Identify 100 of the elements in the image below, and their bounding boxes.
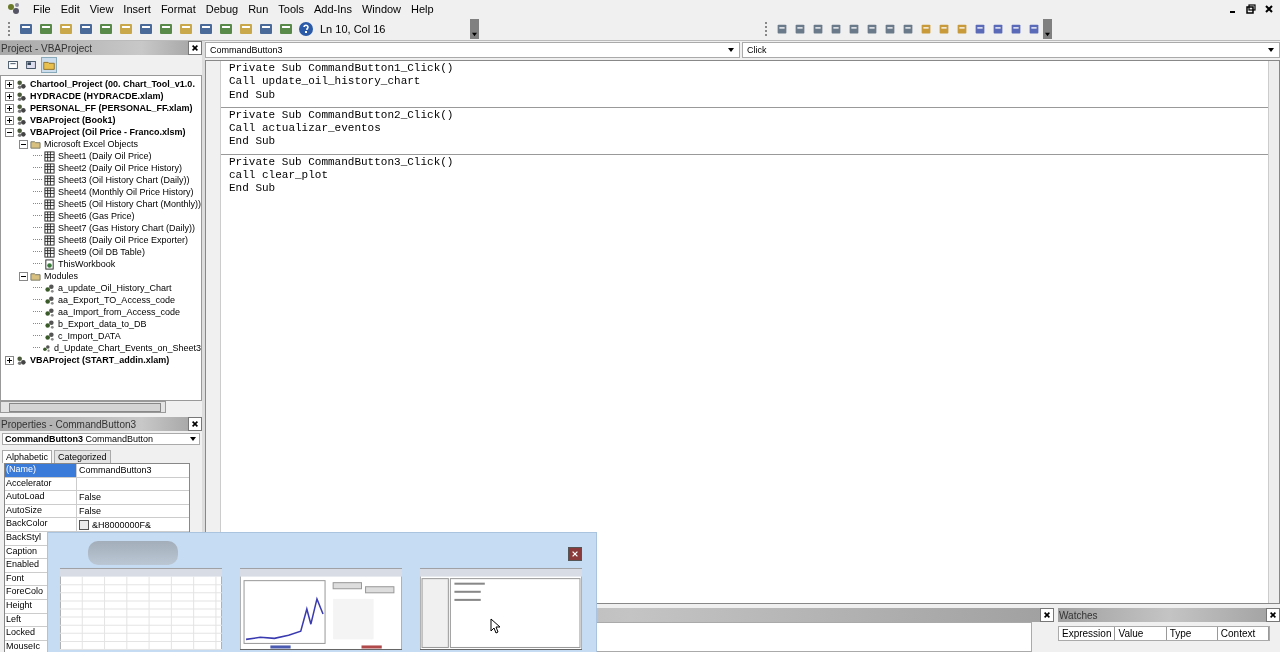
toolbar-icon[interactable] — [118, 21, 134, 37]
toolbar-icon[interactable] — [991, 22, 1005, 36]
tree-item[interactable]: VBAProject (Oil Price - Franco.xlsm) — [30, 126, 186, 138]
tree-item[interactable]: Sheet6 (Gas Price) — [58, 210, 135, 222]
toolbar-icon[interactable] — [58, 21, 74, 37]
procedure-dropdown[interactable]: Click — [742, 42, 1280, 58]
property-name[interactable]: AutoSize — [5, 504, 77, 518]
window-thumbnail[interactable] — [240, 567, 402, 651]
scrollbar[interactable] — [0, 401, 166, 413]
tree-item[interactable]: HYDRACDE (HYDRACDE.xlam) — [30, 90, 164, 102]
tree-item[interactable]: ThisWorkbook — [58, 258, 116, 270]
tree-item[interactable]: Sheet4 (Monthly Oil Price History) — [58, 186, 194, 198]
menu-item[interactable]: File — [28, 3, 56, 15]
menu-item[interactable]: Add-Ins — [309, 3, 357, 15]
tree-item[interactable]: Sheet9 (Oil DB Table) — [58, 246, 145, 258]
expander-icon[interactable] — [5, 79, 14, 89]
column-header[interactable]: Expression — [1059, 627, 1116, 640]
tree-item[interactable]: c_Import_DATA — [58, 330, 121, 342]
toolbar-icon[interactable] — [811, 22, 825, 36]
expander-icon[interactable] — [5, 355, 14, 365]
menu-item[interactable]: Edit — [55, 3, 85, 15]
object-dropdown[interactable]: CommandButton3 CommandButton — [2, 433, 200, 445]
toolbar-icon[interactable] — [793, 22, 807, 36]
tree-item[interactable]: VBAProject (START_addin.xlam) — [30, 354, 170, 366]
column-header[interactable]: Type — [1166, 627, 1218, 640]
expander-icon[interactable] — [19, 271, 28, 281]
property-name[interactable]: BackColor — [5, 518, 77, 531]
menu-item[interactable]: Format — [155, 3, 201, 15]
window-thumbnail[interactable] — [60, 567, 222, 651]
toolbar-icon[interactable] — [937, 22, 951, 36]
tree-item[interactable]: Chartool_Project (00. Chart_Tool_v1.0. — [30, 78, 195, 90]
tree-item[interactable]: a_update_Oil_History_Chart — [58, 282, 172, 294]
property-name[interactable]: AutoLoad — [5, 491, 77, 504]
restore-icon[interactable] — [1244, 2, 1258, 16]
toolbar-icon[interactable] — [258, 21, 274, 37]
menu-item[interactable]: View — [84, 3, 119, 15]
toolbar-icon[interactable] — [1009, 22, 1023, 36]
column-header[interactable]: Context — [1217, 627, 1269, 640]
toolbar-options-icon[interactable] — [470, 19, 479, 39]
tree-item[interactable]: Sheet5 (Oil History Chart (Monthly)) — [57, 198, 201, 210]
toolbar-options-icon[interactable] — [1043, 19, 1052, 39]
close-icon[interactable] — [1266, 608, 1280, 622]
close-icon[interactable] — [188, 417, 202, 431]
toolbar-icon[interactable] — [1027, 22, 1041, 36]
tab[interactable]: Categorized — [54, 450, 111, 463]
expander-icon[interactable] — [5, 91, 14, 101]
toolbar-icon[interactable] — [973, 22, 987, 36]
close-icon[interactable] — [568, 547, 582, 561]
property-name[interactable]: (Name) — [5, 464, 77, 477]
tree-item[interactable]: b_Export_data_to_DB — [58, 318, 147, 330]
close-icon[interactable] — [188, 41, 202, 55]
menu-item[interactable]: Insert — [118, 3, 156, 15]
property-name[interactable]: Accelerator — [5, 477, 77, 491]
toolbar-icon[interactable] — [847, 22, 861, 36]
toolbar-icon[interactable] — [158, 21, 174, 37]
toolbar-icon[interactable] — [865, 22, 879, 36]
toolbar-icon[interactable] — [78, 21, 94, 37]
toolbar-icon[interactable] — [138, 21, 154, 37]
help-icon[interactable] — [298, 21, 314, 37]
toolbar-icon[interactable] — [18, 21, 34, 37]
toolbar-icon[interactable] — [198, 21, 214, 37]
toolbar-icon[interactable] — [38, 21, 54, 37]
object-dropdown[interactable]: CommandButton3 — [205, 42, 740, 58]
window-thumbnail[interactable] — [420, 567, 582, 651]
scrollbar[interactable] — [1268, 61, 1279, 603]
menu-item[interactable]: Run — [243, 3, 274, 15]
expander-icon[interactable] — [19, 139, 28, 149]
expander-icon[interactable] — [5, 103, 14, 113]
menu-item[interactable]: Tools — [273, 3, 309, 15]
tree-item[interactable]: aa_Import_from_Access_code — [58, 306, 181, 318]
tree-item[interactable]: d_Update_Chart_Events_on_Sheet3 — [53, 342, 201, 354]
view-object-icon[interactable] — [24, 58, 38, 72]
menu-item[interactable]: Debug — [200, 3, 244, 15]
tree-item[interactable]: Sheet8 (Daily Oil Price Exporter) — [58, 234, 189, 246]
toolbar-icon[interactable] — [829, 22, 843, 36]
toolbar-icon[interactable] — [278, 21, 294, 37]
tree-item[interactable]: aa_Export_TO_Access_code — [58, 294, 175, 306]
close-icon[interactable] — [1040, 608, 1054, 622]
expander-icon[interactable] — [5, 115, 14, 125]
tree-item[interactable]: Sheet7 (Gas History Chart (Daily)) — [58, 222, 196, 234]
tree-item[interactable]: Modules — [44, 270, 79, 282]
toolbar-icon[interactable] — [955, 22, 969, 36]
toolbar-icon[interactable] — [218, 21, 234, 37]
tree-item[interactable]: Microsoft Excel Objects — [44, 138, 139, 150]
menu-item[interactable]: Help — [406, 3, 439, 15]
toolbar-icon[interactable] — [98, 21, 114, 37]
expander-icon[interactable] — [5, 127, 14, 137]
tree-item[interactable]: VBAProject (Book1) — [30, 114, 116, 126]
tree-item[interactable]: Sheet1 (Daily Oil Price) — [58, 150, 152, 162]
column-header[interactable]: Value — [1115, 627, 1167, 640]
tab[interactable]: Alphabetic — [2, 450, 53, 463]
view-code-icon[interactable] — [6, 58, 20, 72]
tree-item[interactable]: Sheet2 (Daily Oil Price History) — [58, 162, 183, 174]
menu-item[interactable]: Window — [356, 3, 407, 15]
tree-item[interactable]: Sheet3 (Oil History Chart (Daily)) — [58, 174, 190, 186]
tree-item[interactable]: PERSONAL_FF (PERSONAL_FF.xlam) — [30, 102, 193, 114]
toolbar-icon[interactable] — [775, 22, 789, 36]
toolbar-icon[interactable] — [919, 22, 933, 36]
toolbar-icon[interactable] — [238, 21, 254, 37]
toolbar-icon[interactable] — [883, 22, 897, 36]
